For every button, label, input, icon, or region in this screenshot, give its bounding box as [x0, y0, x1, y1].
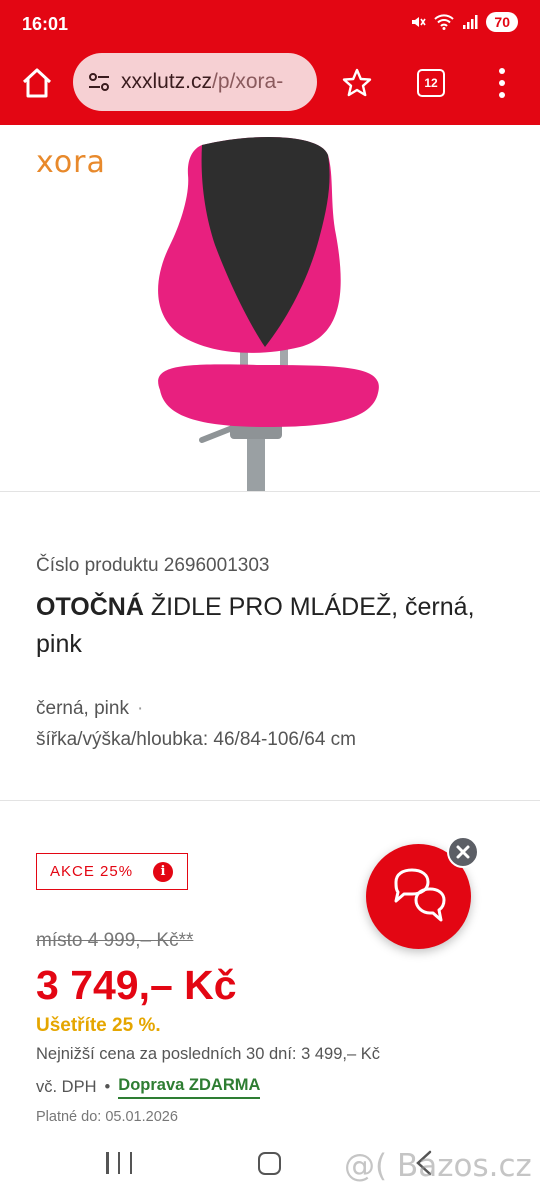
- recent-apps-button[interactable]: [106, 1152, 132, 1174]
- recent-apps-bar: [106, 1152, 109, 1174]
- bookmark-star-icon[interactable]: [340, 66, 374, 100]
- discount-badge-label: AKCE 25%: [50, 863, 134, 880]
- address-bar[interactable]: xxxlutz.cz/p/xora-: [73, 53, 317, 111]
- browser-menu-button[interactable]: [492, 64, 512, 102]
- url-path: /p/xora-: [212, 70, 284, 93]
- product-info: Číslo produktu 2696001303 OTOČNÁ ŽIDLE P…: [36, 555, 506, 663]
- menu-dot: [499, 80, 505, 86]
- wifi-icon: [434, 14, 455, 30]
- battery-indicator: 70: [486, 12, 518, 32]
- mute-icon: [412, 17, 427, 27]
- status-time: 16:01: [22, 14, 69, 34]
- product-number: Číslo produktu 2696001303: [36, 555, 270, 576]
- product-image-area[interactable]: xora: [0, 125, 540, 492]
- spec-separator: ·: [136, 698, 144, 719]
- spec-dimensions: šířka/výška/hloubka: 46/84-106/64 cm: [36, 729, 357, 750]
- product-image-chair: [158, 136, 379, 491]
- spec-color-row: černá, pink ·: [36, 693, 356, 724]
- product-title-bold: OTOČNÁ: [36, 593, 144, 621]
- close-icon: [456, 845, 470, 859]
- home-icon[interactable]: [18, 64, 56, 102]
- watermark: @( Bazos.cz: [344, 1148, 532, 1184]
- section-divider: [0, 800, 540, 801]
- brand-logo: xora: [36, 145, 106, 180]
- recent-apps-bar: [117, 1152, 121, 1174]
- screen: 16:01 70 xxxlutz.cz/p/xora- 12 xora Čísl…: [0, 0, 540, 1200]
- browser-header: 16:01 70 xxxlutz.cz/p/xora- 12: [0, 0, 540, 125]
- signal-icon: [463, 15, 478, 29]
- status-icons: 70: [410, 12, 518, 32]
- tab-count: 12: [424, 76, 438, 90]
- site-settings-icon[interactable]: [87, 70, 111, 94]
- menu-dot: [499, 68, 505, 74]
- url-host: xxxlutz.cz: [121, 70, 213, 93]
- battery-level: 70: [494, 14, 510, 30]
- recent-apps-bar: [129, 1152, 132, 1174]
- menu-dot: [499, 92, 505, 98]
- info-icon[interactable]: i: [153, 862, 173, 882]
- savings-text: Ušetříte 25 %.: [36, 1015, 161, 1036]
- spec-color: černá, pink: [36, 698, 129, 719]
- tab-switcher-button[interactable]: 12: [417, 69, 445, 97]
- vat-text: vč. DPH: [36, 1078, 97, 1096]
- url-text: xxxlutz.cz/p/xora-: [121, 70, 283, 94]
- chat-close-button[interactable]: [447, 836, 479, 868]
- discount-badge[interactable]: AKCE 25% i: [36, 853, 188, 890]
- bullet-separator: •: [104, 1078, 111, 1096]
- product-specs: černá, pink · šířka/výška/hloubka: 46/84-…: [36, 693, 356, 755]
- vat-shipping-row: vč. DPH • Doprava ZDARMA: [36, 1076, 261, 1099]
- home-button[interactable]: [258, 1152, 281, 1175]
- lowest-price-note: Nejnižší cena za posledních 30 dní: 3 49…: [36, 1045, 380, 1063]
- current-price: 3 749,– Kč: [36, 962, 237, 1008]
- old-price: místo 4 999,– Kč**: [36, 930, 194, 951]
- valid-until: Platné do: 05.01.2026: [36, 1109, 178, 1125]
- product-title: OTOČNÁ ŽIDLE PRO MLÁDEŽ, černá, pink: [36, 589, 506, 663]
- free-shipping-link[interactable]: Doprava ZDARMA: [118, 1076, 261, 1099]
